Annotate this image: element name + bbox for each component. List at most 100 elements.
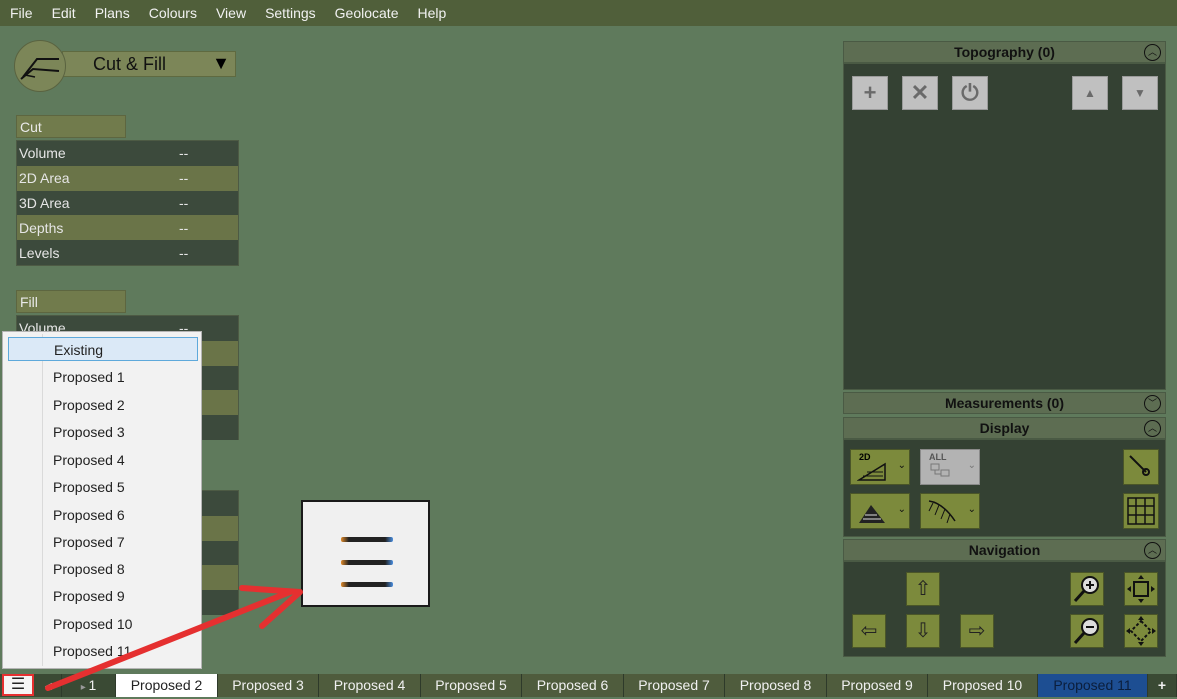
hamburger-bar: [341, 560, 393, 565]
row-label: 3D Area: [19, 194, 70, 211]
slope-hatch-icon: [928, 500, 956, 524]
pan-right-icon[interactable]: ⇨: [960, 614, 994, 648]
cut-table: Volume -- 2D Area -- 3D Area -- Depths -- Le…: [16, 140, 239, 266]
tab-1[interactable]: ▸ 1: [62, 674, 116, 697]
slope-lines-button[interactable]: ⌄: [920, 493, 980, 529]
list-item[interactable]: Proposed 4: [8, 448, 198, 472]
grid-3d-icon: [857, 462, 886, 481]
list-item[interactable]: Proposed 9: [8, 584, 198, 608]
collapse-icon[interactable]: ︿: [1144, 542, 1161, 559]
topography-panel: + ✕ ⏻ ▲ ▼: [843, 63, 1166, 390]
display-panel: 2D ⌄ ALL ⌄ ⌄ ⌄: [843, 439, 1166, 537]
list-item-existing[interactable]: Existing: [8, 337, 198, 361]
show-all-button[interactable]: ALL ⌄: [920, 449, 980, 485]
navigation-header[interactable]: Navigation ︿: [843, 539, 1166, 561]
menu-view[interactable]: View: [205, 0, 254, 26]
topography-header[interactable]: Topography (0) ︿: [843, 41, 1166, 63]
list-item[interactable]: Proposed 1: [8, 365, 198, 389]
collapse-icon[interactable]: ︿: [1144, 44, 1161, 61]
zoom-in-icon[interactable]: [1070, 572, 1104, 606]
row-value: --: [179, 244, 189, 261]
tab-proposed-4[interactable]: Proposed 4: [319, 674, 421, 697]
menu-edit[interactable]: Edit: [41, 0, 84, 26]
tool-selector-label: Cut & Fill: [93, 54, 167, 74]
list-item[interactable]: Proposed 10: [8, 612, 198, 636]
grid-icon: [1127, 497, 1155, 525]
list-item[interactable]: Proposed 7: [8, 530, 198, 554]
row-label: Levels: [19, 244, 60, 261]
table-row: Depths --: [17, 215, 238, 241]
tab-proposed-8[interactable]: Proposed 8: [725, 674, 827, 697]
view-2d-button[interactable]: 2D ⌄: [850, 449, 910, 485]
zoomed-menu-icon-callout: [301, 500, 430, 607]
table-row: 3D Area --: [17, 190, 238, 216]
menu-colours[interactable]: Colours: [138, 0, 205, 26]
table-row: Volume --: [17, 141, 238, 166]
tab-label: 1: [88, 677, 97, 693]
row-value: --: [179, 194, 189, 211]
tab-proposed-10[interactable]: Proposed 10: [928, 674, 1038, 697]
chevron-down-icon: ⌄: [967, 504, 976, 515]
list-item[interactable]: Proposed 11: [8, 639, 198, 663]
row-value: --: [179, 170, 189, 187]
cut-header: Cut: [16, 115, 126, 138]
zoom-out-icon[interactable]: [1070, 614, 1104, 648]
power-icon[interactable]: ⏻: [952, 76, 988, 110]
list-item[interactable]: Proposed 3: [8, 420, 198, 444]
plan-dropdown-list: Existing Proposed 1 Proposed 2 Proposed …: [2, 331, 202, 669]
add-icon[interactable]: +: [852, 76, 888, 110]
hamburger-bar: [341, 582, 393, 587]
display-header[interactable]: Display ︿: [843, 417, 1166, 439]
tab-proposed-5[interactable]: Proposed 5: [421, 674, 522, 697]
cut-fill-icon[interactable]: [14, 40, 66, 92]
hamburger-bar: [341, 537, 393, 542]
zoom-extents-icon[interactable]: [1124, 572, 1158, 606]
navigation-title: Navigation: [968, 542, 1041, 558]
table-row: Levels --: [17, 240, 238, 265]
add-tab-button[interactable]: +: [1148, 674, 1177, 697]
menu-settings[interactable]: Settings: [254, 0, 324, 26]
measurements-title: Measurements (0): [944, 395, 1065, 411]
menu-file[interactable]: File: [0, 0, 41, 26]
chevron-down-icon: ⌄: [897, 504, 906, 515]
list-item[interactable]: Proposed 2: [8, 393, 198, 417]
list-item[interactable]: Proposed 8: [8, 557, 198, 581]
pan-up-icon[interactable]: ⇧: [906, 572, 940, 606]
pan-down-icon[interactable]: ⇩: [906, 614, 940, 648]
menu-plans[interactable]: Plans: [84, 0, 138, 26]
list-item[interactable]: Proposed 5: [8, 475, 198, 499]
row-label: Depths: [19, 219, 64, 236]
pan-left-icon[interactable]: ⇦: [852, 614, 886, 648]
row-label: 2D Area: [19, 170, 70, 187]
move-down-icon[interactable]: ▼: [1122, 76, 1158, 110]
grid-toggle-button[interactable]: [1123, 493, 1159, 529]
row-label: Volume: [19, 145, 66, 162]
move-up-icon[interactable]: ▲: [1072, 76, 1108, 110]
table-row: 2D Area --: [17, 165, 238, 191]
terrain-icon: [859, 505, 885, 523]
contours-button[interactable]: ⌄: [850, 493, 910, 529]
scroll-left-icon[interactable]: ◂: [36, 674, 62, 697]
measurements-header[interactable]: Measurements (0) ﹀: [843, 392, 1166, 414]
tab-proposed-2[interactable]: Proposed 2: [116, 674, 218, 697]
zoom-window-icon[interactable]: [1124, 614, 1158, 648]
plan-list-menu-icon[interactable]: ☰: [2, 674, 34, 696]
tool-selector[interactable]: Cut & Fill ▼: [62, 51, 236, 77]
collapse-icon[interactable]: ︿: [1144, 420, 1161, 437]
measure-line-button[interactable]: [1123, 449, 1159, 485]
line-tool-icon: [1129, 455, 1150, 476]
menu-help[interactable]: Help: [406, 0, 454, 26]
expand-icon[interactable]: ﹀: [1144, 395, 1161, 412]
scroll-right-icon: ▸: [80, 682, 89, 693]
navigation-panel: ⇧ ⇦ ⇩ ⇨: [843, 561, 1166, 657]
tab-proposed-9[interactable]: Proposed 9: [827, 674, 928, 697]
tab-proposed-6[interactable]: Proposed 6: [522, 674, 624, 697]
tab-proposed-3[interactable]: Proposed 3: [218, 674, 319, 697]
topography-title: Topography (0): [954, 44, 1055, 60]
chevron-down-icon: ⌄: [897, 460, 906, 471]
delete-icon[interactable]: ✕: [902, 76, 938, 110]
menu-geolocate[interactable]: Geolocate: [324, 0, 407, 26]
tab-proposed-7[interactable]: Proposed 7: [624, 674, 725, 697]
tab-proposed-11[interactable]: Proposed 11: [1038, 674, 1148, 697]
list-item[interactable]: Proposed 6: [8, 503, 198, 527]
